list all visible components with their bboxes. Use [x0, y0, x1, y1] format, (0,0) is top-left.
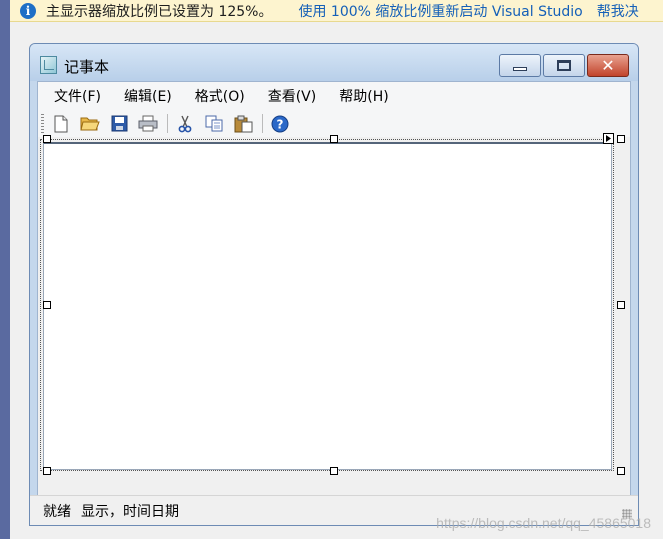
cut-icon[interactable]	[174, 113, 196, 135]
restart-100-link[interactable]: 使用 100% 缩放比例重新启动 Visual Studio	[298, 1, 582, 21]
notepad-textbox[interactable]	[43, 142, 612, 470]
resize-handle-bottom-left[interactable]	[43, 467, 51, 475]
resize-handle-middle-left[interactable]	[43, 301, 51, 309]
menu-edit[interactable]: 编辑(E)	[124, 86, 172, 106]
help-icon[interactable]: ?	[269, 113, 291, 135]
minimize-icon	[513, 66, 527, 71]
svg-text:?: ?	[277, 117, 284, 131]
resize-handle-top-left[interactable]	[43, 135, 51, 143]
minimize-button[interactable]	[499, 54, 541, 77]
menu-file[interactable]: 文件(F)	[54, 86, 101, 106]
copy-icon[interactable]	[203, 113, 225, 135]
maximize-icon	[557, 60, 571, 71]
tool-strip: ?	[38, 110, 630, 137]
scaling-infobar: i 主显示器缩放比例已设置为 125%。 使用 100% 缩放比例重新启动 Vi…	[10, 0, 663, 22]
resize-handle-bottom-right[interactable]	[617, 467, 625, 475]
menu-view[interactable]: 查看(V)	[268, 86, 317, 106]
window-title: 记事本	[64, 58, 110, 76]
vs-left-strip	[0, 0, 10, 539]
paste-icon[interactable]	[232, 113, 254, 135]
toolbar-separator	[167, 114, 168, 133]
title-bar[interactable]: 记事本 ✕	[30, 44, 638, 81]
menu-help[interactable]: 帮助(H)	[339, 86, 388, 106]
close-button[interactable]: ✕	[587, 54, 629, 77]
info-icon: i	[20, 2, 36, 19]
menu-format[interactable]: 格式(O)	[195, 86, 245, 106]
resize-handle-top-right[interactable]	[617, 135, 625, 143]
menu-bar: 文件(F) 编辑(E) 格式(O) 查看(V) 帮助(H)	[38, 82, 630, 110]
maximize-button[interactable]	[543, 54, 585, 77]
infobar-message: 主显示器缩放比例已设置为 125%。	[46, 3, 273, 20]
print-icon[interactable]	[137, 113, 159, 135]
form-window[interactable]: 记事本 ✕ 文件(F) 编辑(E) 格式(O) 查看(V) 帮助(H) ? 就绪…	[29, 43, 639, 526]
status-datetime-label: 显示，时间日期	[81, 503, 179, 520]
toolbar-separator-2	[262, 114, 263, 133]
resize-handle-bottom-center[interactable]	[330, 467, 338, 475]
toolbar-grip[interactable]	[41, 114, 44, 133]
new-file-icon[interactable]	[50, 113, 72, 135]
notepad-app-icon	[40, 56, 57, 74]
help-me-link[interactable]: 帮我决	[597, 1, 639, 21]
resize-handle-middle-right[interactable]	[617, 301, 625, 309]
resize-handle-top-center[interactable]	[330, 135, 338, 143]
smart-tag-arrow-icon[interactable]	[603, 133, 614, 144]
csdn-watermark: https://blog.csdn.net/qq_45865018	[436, 515, 651, 531]
close-icon: ✕	[601, 55, 615, 75]
status-ready-label: 就绪	[43, 503, 71, 520]
open-folder-icon[interactable]	[79, 113, 101, 135]
save-icon[interactable]	[108, 113, 130, 135]
